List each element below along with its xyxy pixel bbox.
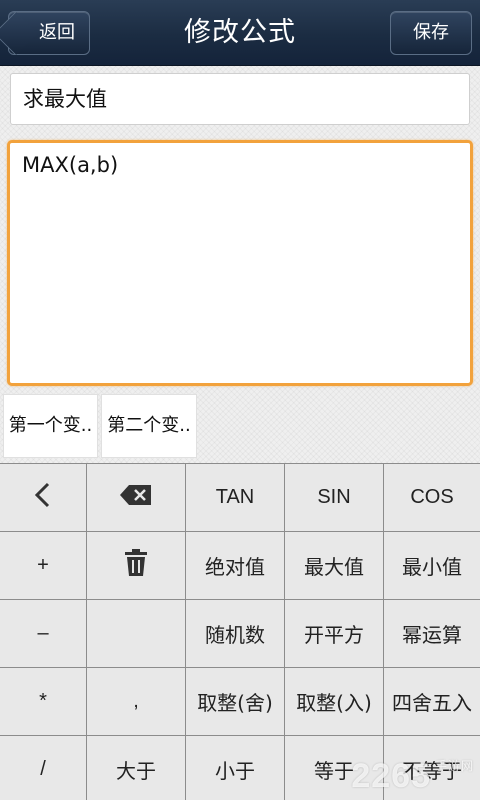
keypad-key-label: 绝对值: [205, 555, 265, 579]
keypad-key-label: 最大值: [304, 555, 364, 579]
keypad-key[interactable]: COS: [384, 464, 480, 531]
keypad-key-label: TAN: [215, 486, 255, 508]
keypad-key-label: 小于: [215, 759, 255, 783]
back-key[interactable]: [0, 464, 86, 531]
keypad-key-label: 取整(入): [296, 691, 372, 715]
keypad-key[interactable]: 随机数: [186, 600, 284, 667]
keypad-key-label: 大于: [116, 759, 156, 783]
keypad-key[interactable]: 幂运算: [384, 600, 480, 667]
keypad-key-label: 最小值: [402, 555, 462, 579]
keypad-key[interactable]: 最小值: [384, 532, 480, 599]
keypad-key-label: 幂运算: [402, 623, 462, 647]
keypad-key[interactable]: 取整(入): [285, 668, 383, 735]
keypad-key[interactable]: TAN: [186, 464, 284, 531]
keypad-key[interactable]: 绝对值: [186, 532, 284, 599]
keypad-key-label: –: [37, 622, 49, 644]
trash-icon: [123, 549, 149, 582]
variable-button-1[interactable]: 第一个变..: [3, 394, 98, 458]
keypad-key[interactable]: /: [0, 736, 86, 800]
back-icon: [32, 482, 54, 513]
formula-expression-input[interactable]: MAX(a,b): [7, 140, 473, 386]
trash-key[interactable]: [87, 532, 185, 599]
variable-button-2[interactable]: 第二个变..: [101, 394, 197, 458]
keypad-key[interactable]: 四舍五入: [384, 668, 480, 735]
keypad-key-label: COS: [410, 486, 454, 508]
keypad-key[interactable]: 小于: [186, 736, 284, 800]
keypad-key-label: 等于: [314, 759, 354, 783]
formula-name-input[interactable]: 求最大值: [10, 73, 470, 125]
backspace-icon: [119, 484, 153, 511]
keypad-key-label: 开平方: [304, 623, 364, 647]
title-bar: 修改公式 返回 保存: [0, 0, 480, 66]
watermark: 2265 手游网: [351, 757, 474, 796]
keypad-key[interactable]: ,: [87, 668, 185, 735]
keypad-key-label: SIN: [317, 486, 351, 508]
keypad-key-label: 随机数: [205, 623, 265, 647]
backspace-key[interactable]: [87, 464, 185, 531]
keypad-key[interactable]: 大于: [87, 736, 185, 800]
keypad-key-label: +: [37, 554, 49, 576]
keypad-key[interactable]: 最大值: [285, 532, 383, 599]
keypad-key-label: /: [40, 758, 46, 780]
keypad-key[interactable]: *: [0, 668, 86, 735]
keypad-key-label: 取整(舍): [197, 691, 273, 715]
watermark-sub: 手游网: [434, 759, 474, 773]
keypad-key[interactable]: [87, 600, 185, 667]
keypad-key[interactable]: –: [0, 600, 86, 667]
keypad-key[interactable]: 开平方: [285, 600, 383, 667]
keypad-key-label: ,: [133, 690, 139, 712]
keypad-key-label: *: [39, 690, 47, 712]
keypad-key-label: 四舍五入: [392, 691, 472, 715]
keypad-key[interactable]: +: [0, 532, 86, 599]
keypad-key[interactable]: 取整(舍): [186, 668, 284, 735]
watermark-text: 2265: [351, 757, 431, 795]
keypad: TAN SIN COS + 绝对值 最大值 最小值 – 随机数 开平方 幂运算 *, 取整(舍) 取整(入…: [0, 463, 480, 800]
keypad-key[interactable]: SIN: [285, 464, 383, 531]
save-button[interactable]: 保存: [390, 11, 472, 55]
back-button[interactable]: 返回: [8, 11, 90, 55]
